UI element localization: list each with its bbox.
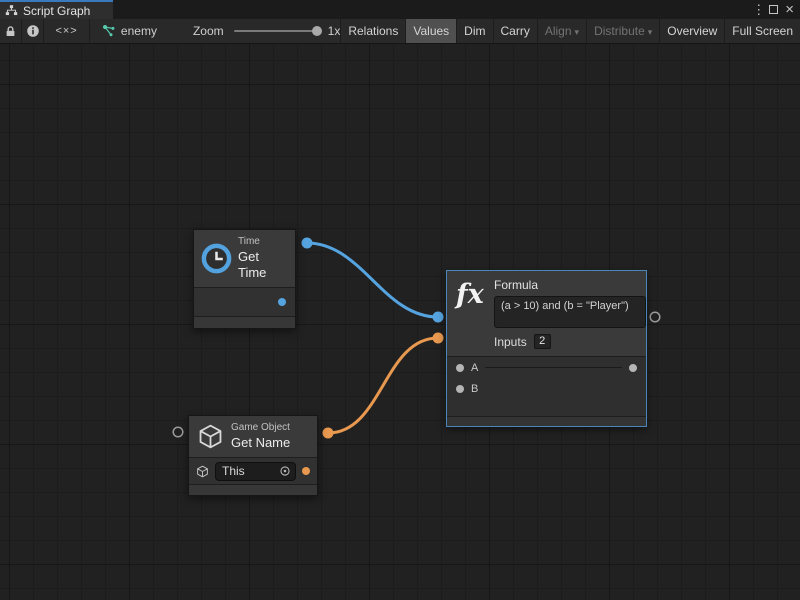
edit-script-button[interactable]: <×> — [44, 19, 90, 43]
node-formula[interactable]: fx Formula (a > 10) and (b = "Player") I… — [446, 270, 647, 427]
port-row-b: B — [447, 378, 646, 399]
formula-output-port[interactable] — [629, 364, 637, 372]
wire-endpoint-blue-start[interactable] — [302, 238, 313, 249]
get-time-header: Time Get Time — [194, 230, 295, 287]
inputs-count-field[interactable]: 2 — [534, 334, 551, 349]
chevron-down-icon: ▾ — [648, 27, 653, 38]
fullscreen-button[interactable]: Full Screen — [725, 19, 800, 43]
get-name-output-port[interactable] — [302, 467, 310, 475]
wire-endpoint-orange-end[interactable] — [433, 333, 444, 344]
relations-button[interactable]: Relations — [341, 19, 406, 43]
object-picker-icon[interactable] — [279, 465, 291, 477]
tab-script-graph[interactable]: Script Graph — [0, 0, 113, 19]
align-button: Align ▾ — [538, 19, 587, 43]
target-object-value: This — [222, 464, 279, 478]
wire-endpoint-orange-start[interactable] — [323, 428, 334, 439]
port-row-a: A — [447, 357, 646, 378]
info-icon — [26, 24, 40, 38]
zoom-control: Zoom 1x — [193, 19, 340, 43]
formula-footer — [447, 416, 646, 426]
wire-endpoint-blue-end[interactable] — [433, 312, 444, 323]
zoom-value: 1x — [328, 24, 341, 38]
clock-icon — [201, 243, 232, 274]
graph-toolbar: <×> enemy Zoom 1x Relations Values Dim — [0, 19, 800, 44]
formula-output-unconnected-port[interactable] — [650, 312, 660, 322]
formula-expression-field[interactable]: (a > 10) and (b = "Player") — [494, 296, 646, 328]
getname-input-unconnected-port[interactable] — [173, 427, 183, 437]
target-object-field[interactable]: This — [215, 462, 296, 481]
node-category: Time — [238, 236, 288, 249]
cube-icon-small — [196, 465, 209, 478]
script-graph-icon — [5, 4, 18, 17]
node-title: Get Time — [238, 249, 288, 282]
cube-icon — [196, 422, 225, 451]
formula-fx-icon: fx — [456, 278, 488, 308]
port-label-b: B — [471, 383, 478, 395]
get-name-footer — [189, 484, 317, 495]
zoom-label: Zoom — [193, 24, 224, 38]
node-get-name[interactable]: Game Object Get Name This — [188, 415, 318, 496]
zoom-slider[interactable] — [234, 30, 322, 32]
get-time-output-port[interactable] — [278, 298, 286, 306]
tab-title: Script Graph — [23, 4, 90, 18]
titlebar: Script Graph ⋮ × — [0, 0, 800, 19]
info-button[interactable] — [22, 19, 44, 43]
formula-header: fx Formula (a > 10) and (b = "Player") I… — [447, 271, 646, 356]
graph-canvas[interactable]: Time Get Time fx Formula (a > 10) and (b… — [0, 44, 800, 600]
close-icon[interactable]: × — [785, 5, 794, 14]
get-time-ports — [194, 287, 295, 316]
lock-button[interactable] — [0, 19, 22, 43]
maximize-icon[interactable] — [769, 5, 778, 14]
graph-asset-icon — [102, 24, 116, 38]
code-icon: <×> — [55, 25, 77, 37]
formula-input-port-b[interactable] — [456, 385, 464, 393]
window-menu-icon[interactable]: ⋮ — [752, 2, 762, 18]
inputs-label: Inputs — [494, 335, 527, 349]
carry-button[interactable]: Carry — [494, 19, 538, 43]
overview-button[interactable]: Overview — [660, 19, 725, 43]
formula-input-port-a[interactable] — [456, 364, 464, 372]
node-title: Formula — [494, 278, 646, 292]
values-button[interactable]: Values — [406, 19, 457, 43]
node-category: Game Object — [231, 422, 290, 435]
get-name-header: Game Object Get Name — [189, 416, 317, 457]
get-name-ports: This — [189, 457, 317, 484]
zoom-slider-handle[interactable] — [312, 26, 322, 36]
value-flow-line — [485, 367, 622, 368]
wire-gettime-to-formula-a[interactable] — [307, 243, 438, 317]
graph-breadcrumb[interactable]: enemy — [90, 19, 167, 43]
toolbar-toggles: Relations Values Dim Carry Align ▾ Distr… — [340, 19, 800, 43]
lock-icon — [4, 25, 17, 38]
distribute-button: Distribute ▾ — [587, 19, 660, 43]
wire-getname-to-formula-b[interactable] — [328, 338, 438, 433]
node-get-time[interactable]: Time Get Time — [193, 229, 296, 329]
wires-layer — [0, 44, 800, 600]
dim-button[interactable]: Dim — [457, 19, 493, 43]
graph-name: enemy — [121, 24, 157, 38]
formula-ports: A B — [447, 356, 646, 416]
node-title: Get Name — [231, 435, 290, 451]
get-time-footer — [194, 316, 295, 328]
chevron-down-icon: ▾ — [575, 27, 580, 38]
port-label-a: A — [471, 362, 478, 374]
